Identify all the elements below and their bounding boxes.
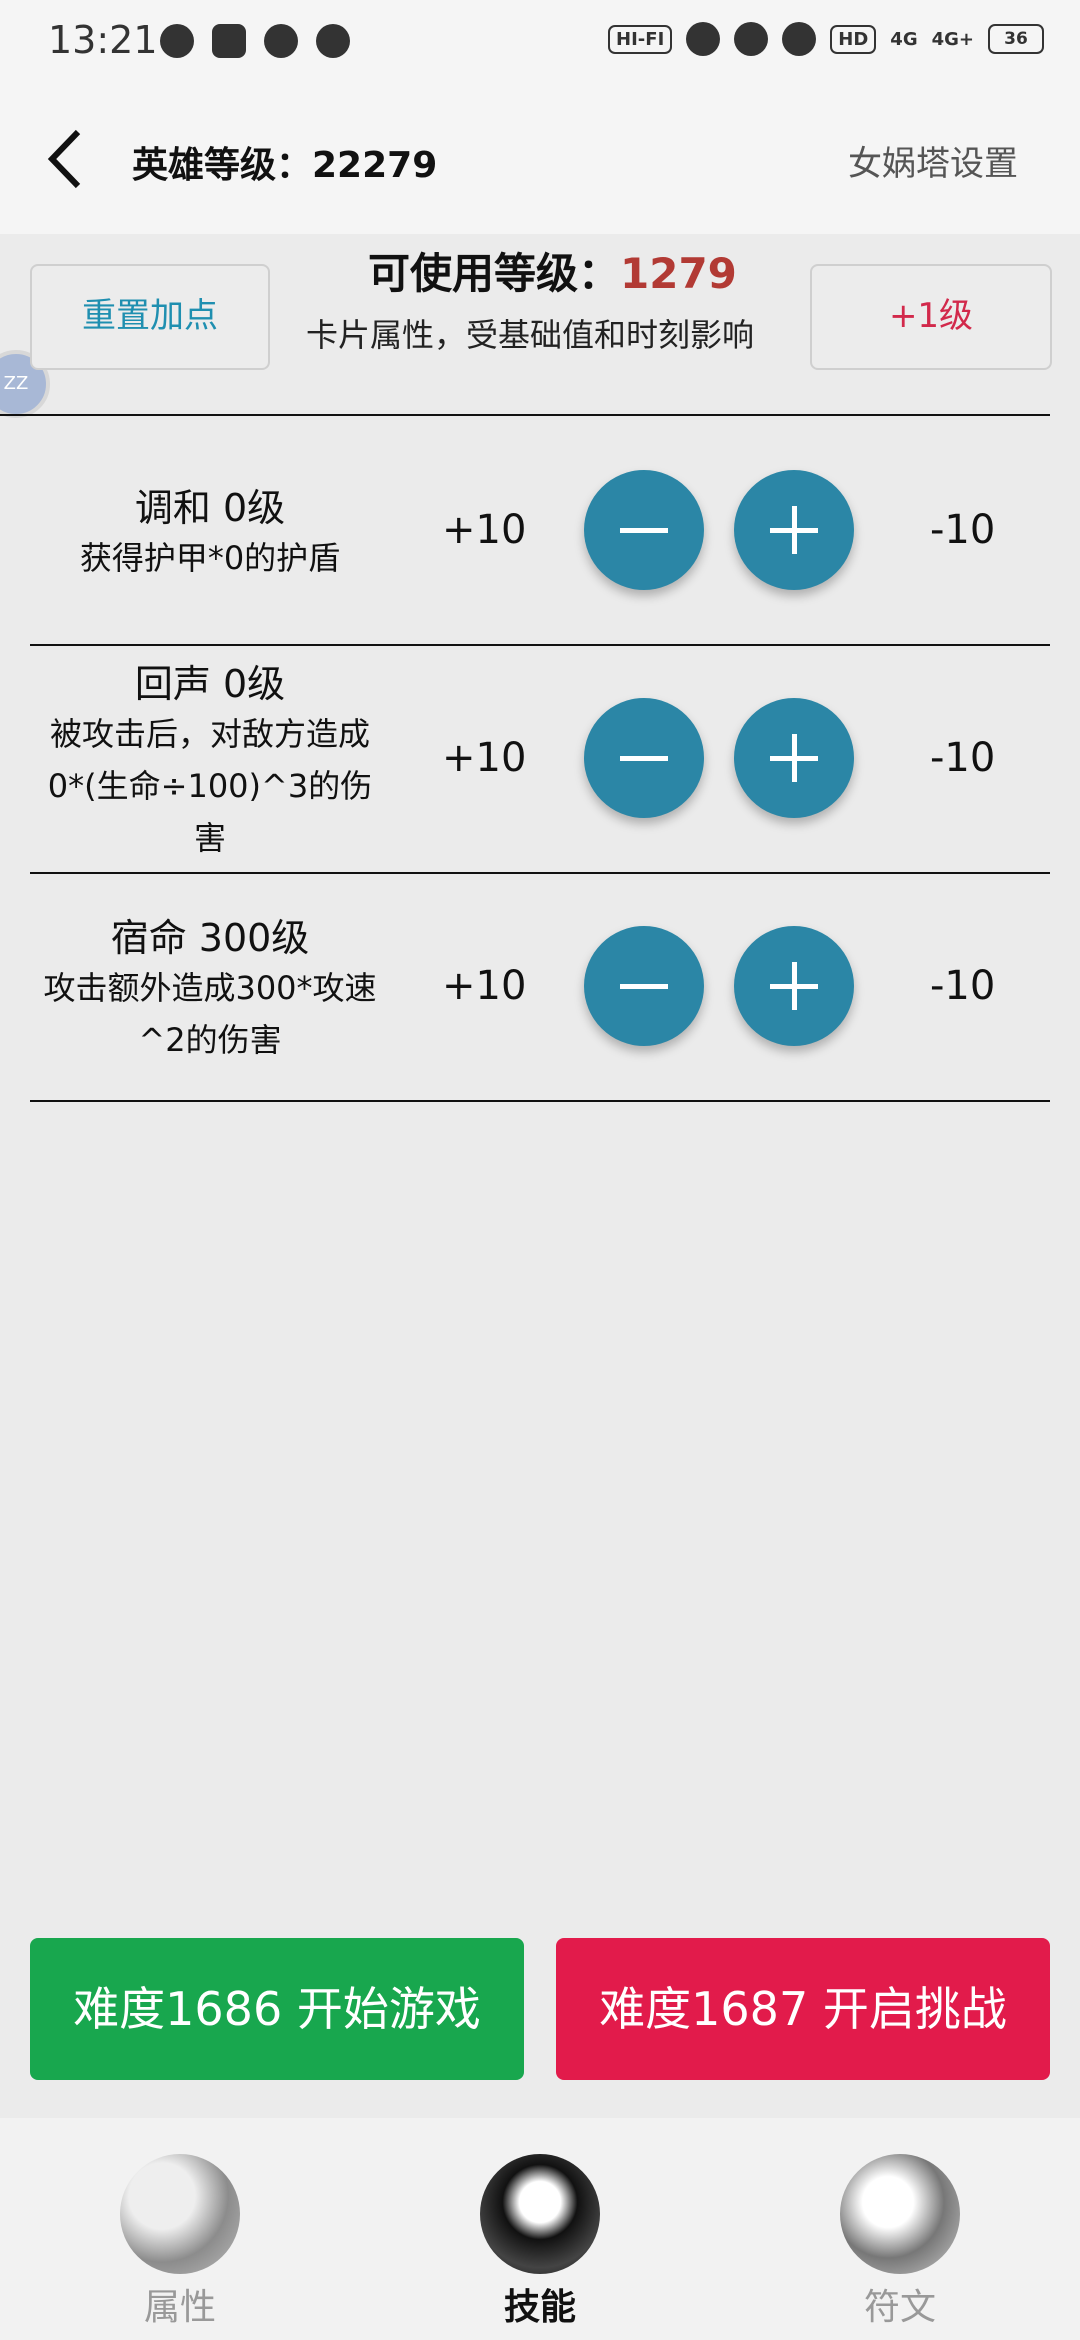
cat-icon — [316, 24, 350, 58]
chevron-left-icon — [47, 129, 81, 189]
settings-link[interactable]: 女娲塔设置 — [848, 136, 1018, 185]
available-level: 可使用等级：1279 — [368, 240, 737, 301]
decrement-label: -10 — [930, 507, 996, 553]
status-bar: 13:21 HI-FI HD 4G 4G+ 36 — [0, 0, 1080, 84]
minus-button[interactable] — [584, 698, 704, 818]
start-challenge-button[interactable]: 难度1687 开启挑战 — [556, 1938, 1050, 2080]
minus-icon — [620, 528, 668, 533]
nav-label: 技能 — [503, 2287, 576, 2328]
page-title: 英雄等级：22279 — [132, 145, 438, 186]
skill-name: 调和 0级 — [134, 485, 286, 530]
minus-button[interactable] — [584, 470, 704, 590]
nav-label: 属性 — [143, 2287, 216, 2328]
available-level-label: 可使用等级： — [368, 249, 621, 298]
skill-name: 回声 0级 — [134, 661, 286, 706]
plus-button[interactable] — [734, 926, 854, 1046]
skill-info: 回声 0级 被攻击后，对敌方造成0*(生命÷100)^3的伤害 — [30, 644, 390, 872]
minus-icon — [620, 984, 668, 989]
nav-item-runes[interactable]: 符文 — [780, 2118, 1020, 2340]
skill-info: 宿命 300级 攻击额外造成300*攻速^2的伤害 — [30, 872, 390, 1100]
status-time: 13:21 — [48, 18, 158, 62]
skill-row: 调和 0级 获得护甲*0的护盾 +10 -10 — [30, 416, 1050, 646]
alarm-icon — [734, 22, 769, 56]
tv-icon — [160, 24, 194, 58]
card-description: 卡片属性，受基础值和时刻影响 — [306, 316, 755, 354]
decrement-label: -10 — [930, 963, 996, 1009]
minus-icon — [620, 756, 668, 761]
header: 英雄等级：22279 女娲塔设置 — [0, 84, 1080, 234]
bottom-nav: 属性 技能 符文 — [0, 2118, 1080, 2340]
plus-button[interactable] — [734, 698, 854, 818]
hifi-badge: HI-FI — [608, 24, 673, 54]
plus-level-button[interactable]: +1级 — [810, 264, 1052, 370]
skill-row: 回声 0级 被攻击后，对敌方造成0*(生命÷100)^3的伤害 +10 -10 — [30, 644, 1050, 874]
increment-label: +10 — [442, 963, 527, 1009]
skill-info: 调和 0级 获得护甲*0的护盾 — [30, 416, 390, 644]
wallet-icon — [212, 24, 246, 58]
yin-yang-cloud-icon — [840, 2154, 960, 2274]
skill-desc: 攻击额外造成300*攻速^2的伤害 — [43, 968, 377, 1059]
headphones-icon — [686, 22, 721, 56]
increment-label: +10 — [442, 507, 527, 553]
nav-label: 符文 — [863, 2287, 936, 2328]
location-icon — [782, 22, 817, 56]
nav-item-attributes[interactable]: 属性 — [60, 2118, 300, 2340]
nav-item-skills[interactable]: 技能 — [420, 2118, 660, 2340]
decrement-label: -10 — [930, 735, 996, 781]
available-level-value: 1279 — [620, 249, 737, 298]
skill-desc: 被攻击后，对敌方造成0*(生命÷100)^3的伤害 — [47, 714, 373, 857]
skill-row: 宿命 300级 攻击额外造成300*攻速^2的伤害 +10 -10 — [30, 872, 1050, 1102]
notification-icons — [160, 24, 350, 58]
battery-icon: 36 — [988, 24, 1044, 54]
minus-button[interactable] — [584, 926, 704, 1046]
yin-yang-wave-icon — [480, 2154, 600, 2274]
network-4g-label: 4G — [890, 28, 918, 50]
hd-badge: HD — [830, 24, 877, 54]
yin-yang-icon — [120, 2154, 240, 2274]
reset-points-button[interactable]: 重置加点 — [30, 264, 270, 370]
increment-label: +10 — [442, 735, 527, 781]
skill-desc: 获得护甲*0的护盾 — [79, 538, 341, 577]
status-indicators: HI-FI HD 4G 4G+ 36 — [608, 22, 1044, 56]
skill-name: 宿命 300级 — [110, 915, 310, 960]
chat-icon — [264, 24, 298, 58]
network-4g-plus-label: 4G+ — [931, 28, 974, 50]
back-button[interactable] — [40, 124, 100, 194]
plus-button[interactable] — [734, 470, 854, 590]
start-game-button[interactable]: 难度1686 开始游戏 — [30, 1938, 524, 2080]
